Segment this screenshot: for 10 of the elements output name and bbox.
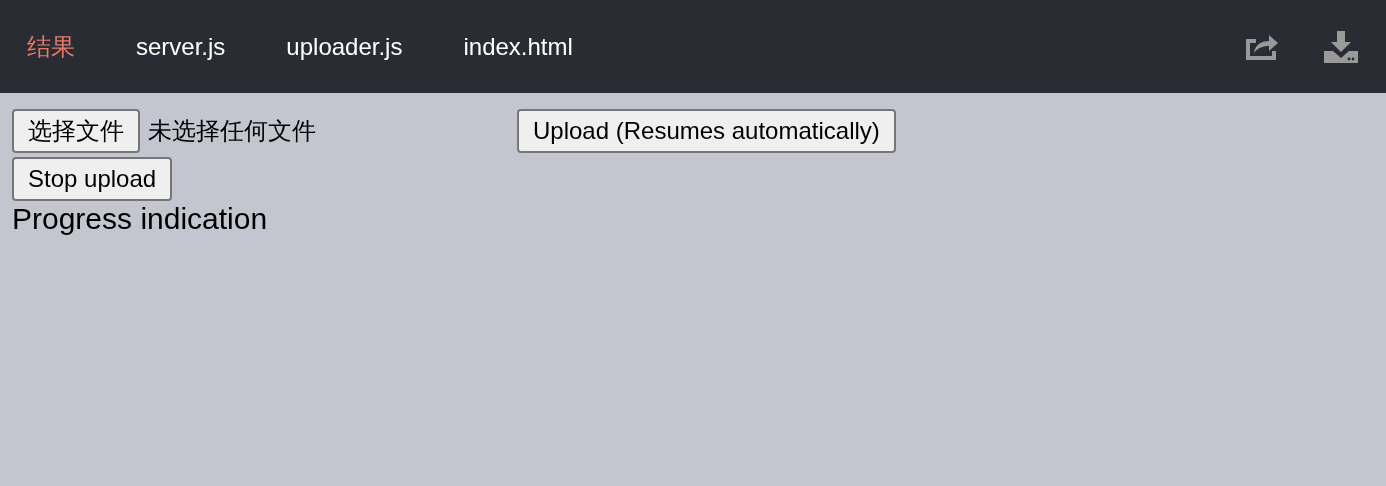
tab[interactable]: server.js (136, 28, 226, 65)
stop-upload-button[interactable]: Stop upload (12, 157, 173, 201)
tab[interactable]: uploader.js (286, 28, 403, 65)
progress-text: Progress indication (12, 202, 268, 235)
tab[interactable]: index.html (463, 28, 573, 65)
upload-button[interactable]: Upload (Resumes automatically) (517, 109, 896, 153)
tab[interactable]: 结果 (27, 28, 75, 65)
file-status-text: 未选择任何文件 (148, 116, 317, 146)
download-icon[interactable] (1324, 30, 1358, 63)
choose-file-button[interactable]: 选择文件 (12, 109, 140, 153)
